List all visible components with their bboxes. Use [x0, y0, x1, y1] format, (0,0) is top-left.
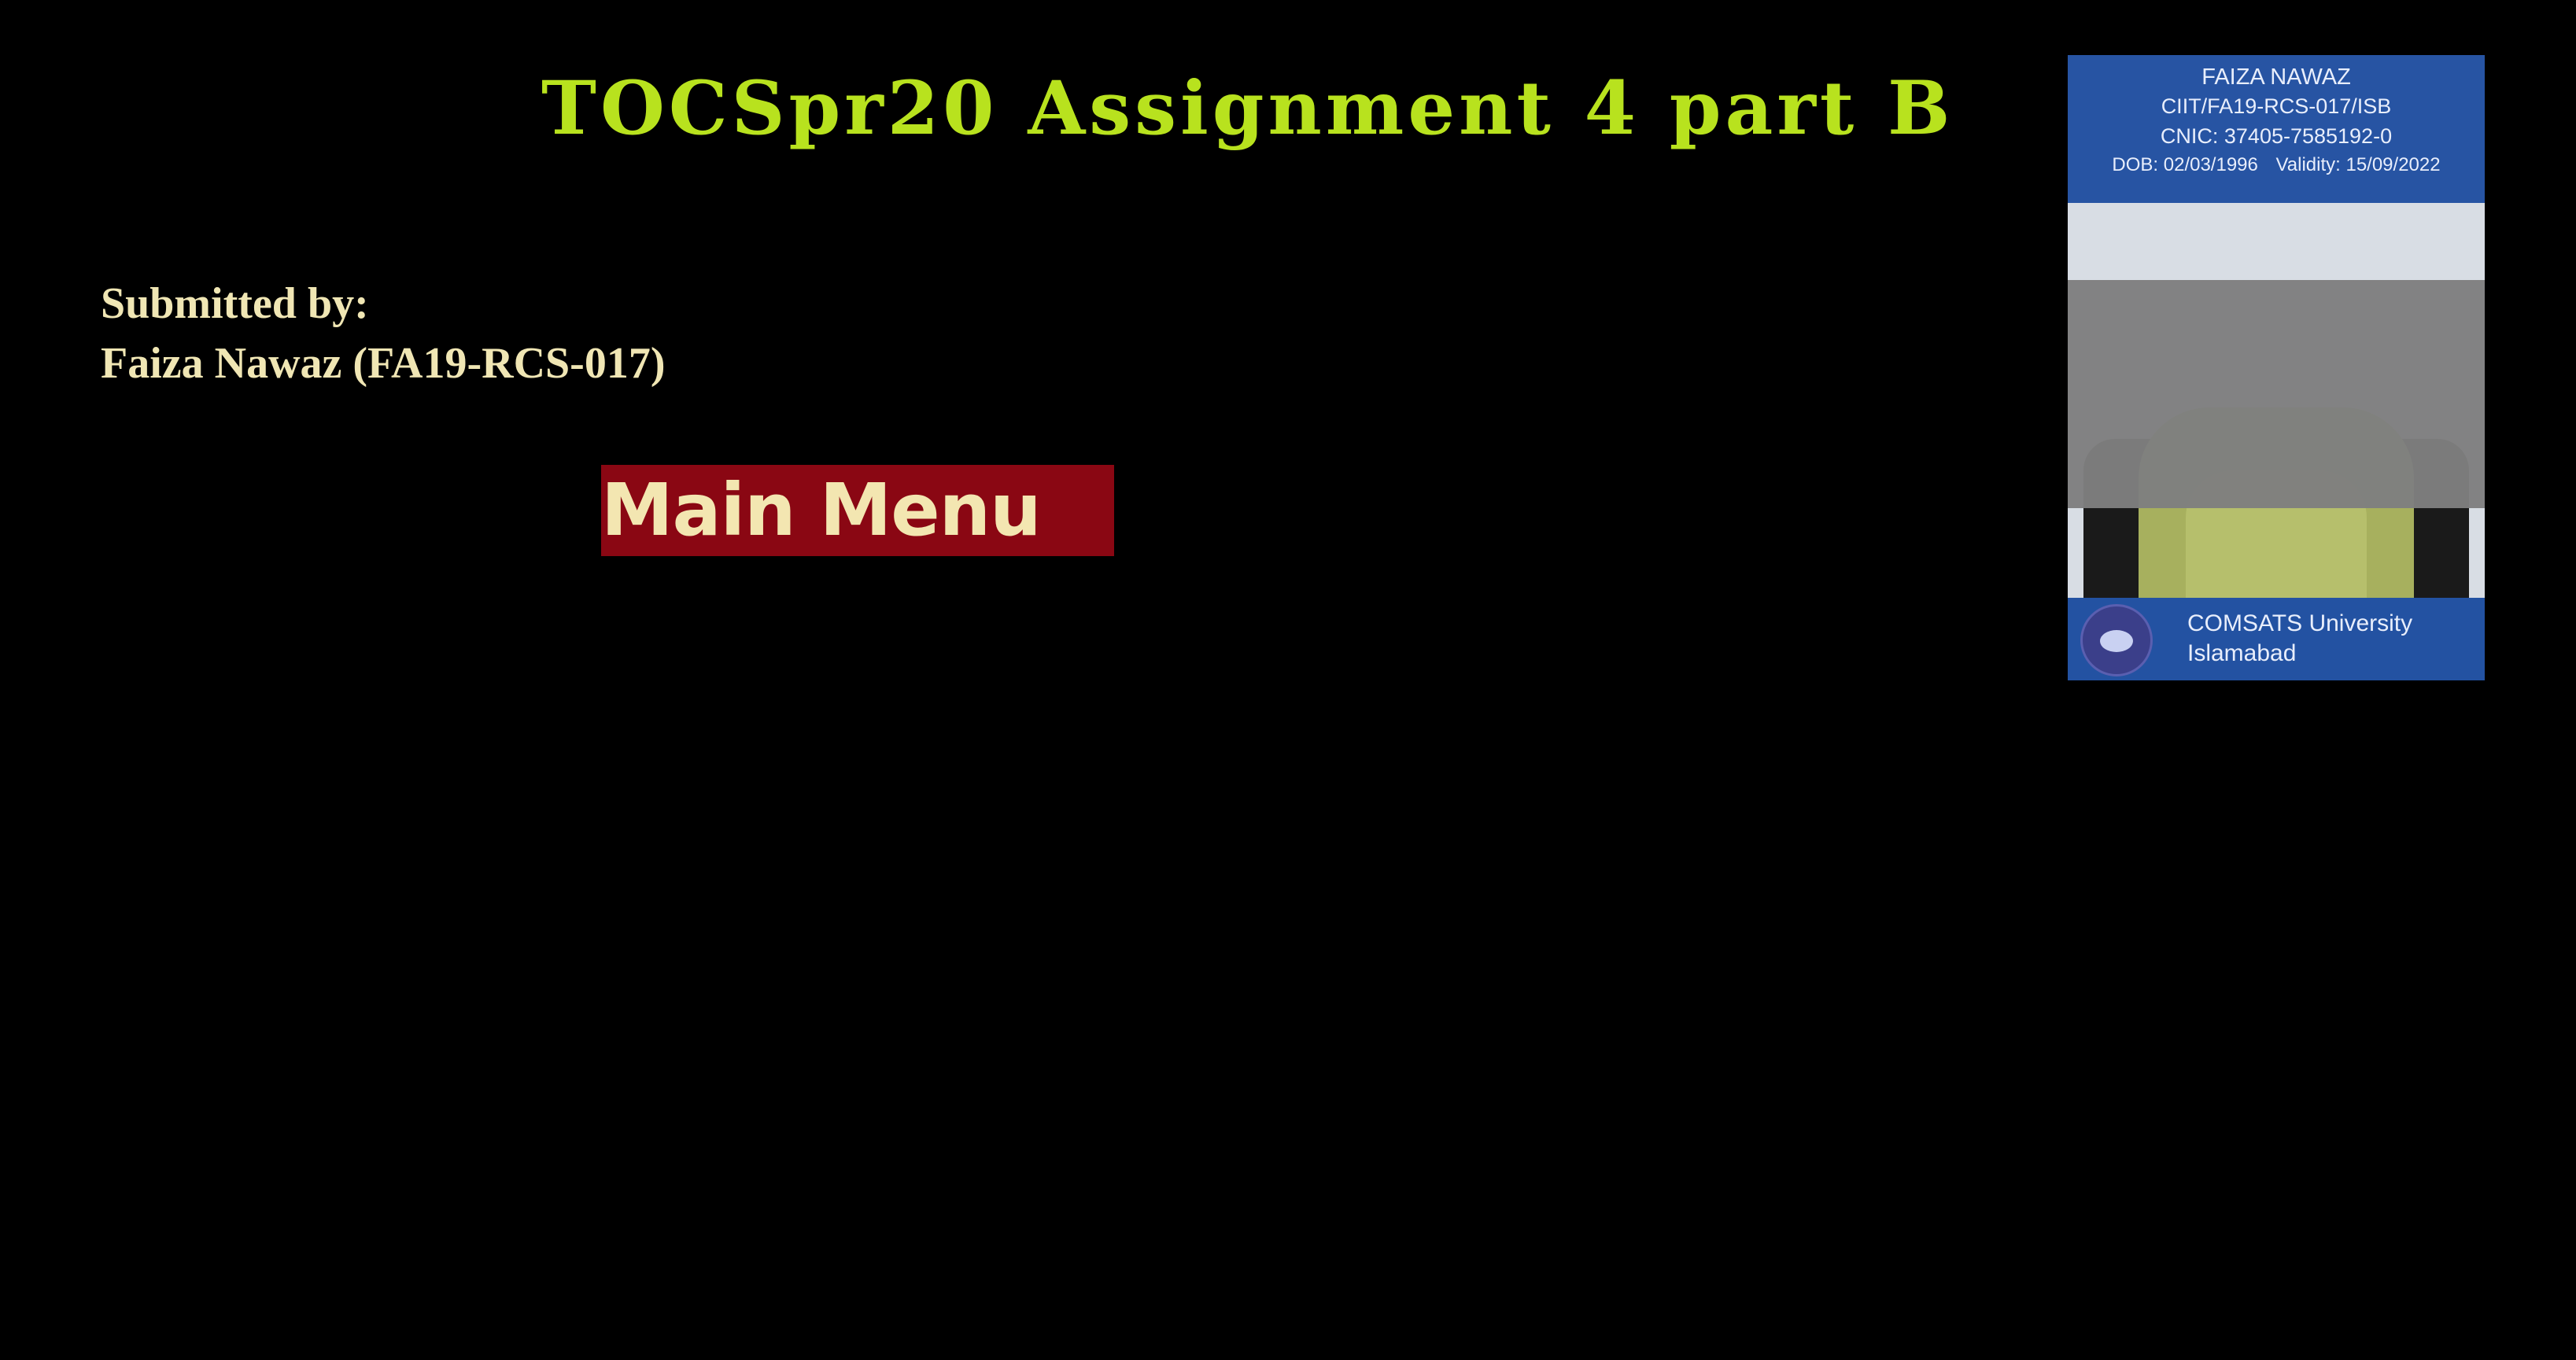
id-card-footer: COMSATS University Islamabad [2068, 598, 2485, 680]
photo-redaction-box [2068, 280, 2485, 508]
main-menu-button[interactable]: Main Menu [601, 465, 1114, 556]
author-name: Faiza Nawaz (FA19-RCS-017) [101, 339, 666, 388]
submission-info: Submitted by: Faiza Nawaz (FA19-RCS-017) [101, 274, 665, 393]
university-name-line2: Islamabad [2187, 640, 2297, 666]
id-card-dates: DOB: 02/03/1996 Validity: 15/09/2022 [2068, 153, 2485, 178]
student-id-card-image: FAIZA NAWAZ CIIT/FA19-RCS-017/ISB CNIC: … [2068, 55, 2485, 680]
id-card-validity: Validity: 15/09/2022 [2275, 154, 2441, 175]
page-title: TOCSpr20 Assignment 4 part B [541, 65, 1954, 152]
submitted-by-label: Submitted by: [101, 279, 369, 328]
id-card-photo [2068, 203, 2485, 653]
university-logo-icon [2080, 604, 2153, 676]
university-name-line1: COMSATS University [2187, 610, 2413, 636]
id-card-registration: CIIT/FA19-RCS-017/ISB [2161, 94, 2392, 118]
id-card-university: COMSATS University Islamabad [2187, 609, 2478, 669]
id-card-header: FAIZA NAWAZ CIIT/FA19-RCS-017/ISB CNIC: … [2068, 55, 2485, 203]
id-card-dob: DOB: 02/03/1996 [2112, 154, 2258, 175]
id-card-name: FAIZA NAWAZ [2201, 64, 2351, 90]
id-card-cnic: CNIC: 37405-7585192-0 [2160, 124, 2393, 148]
